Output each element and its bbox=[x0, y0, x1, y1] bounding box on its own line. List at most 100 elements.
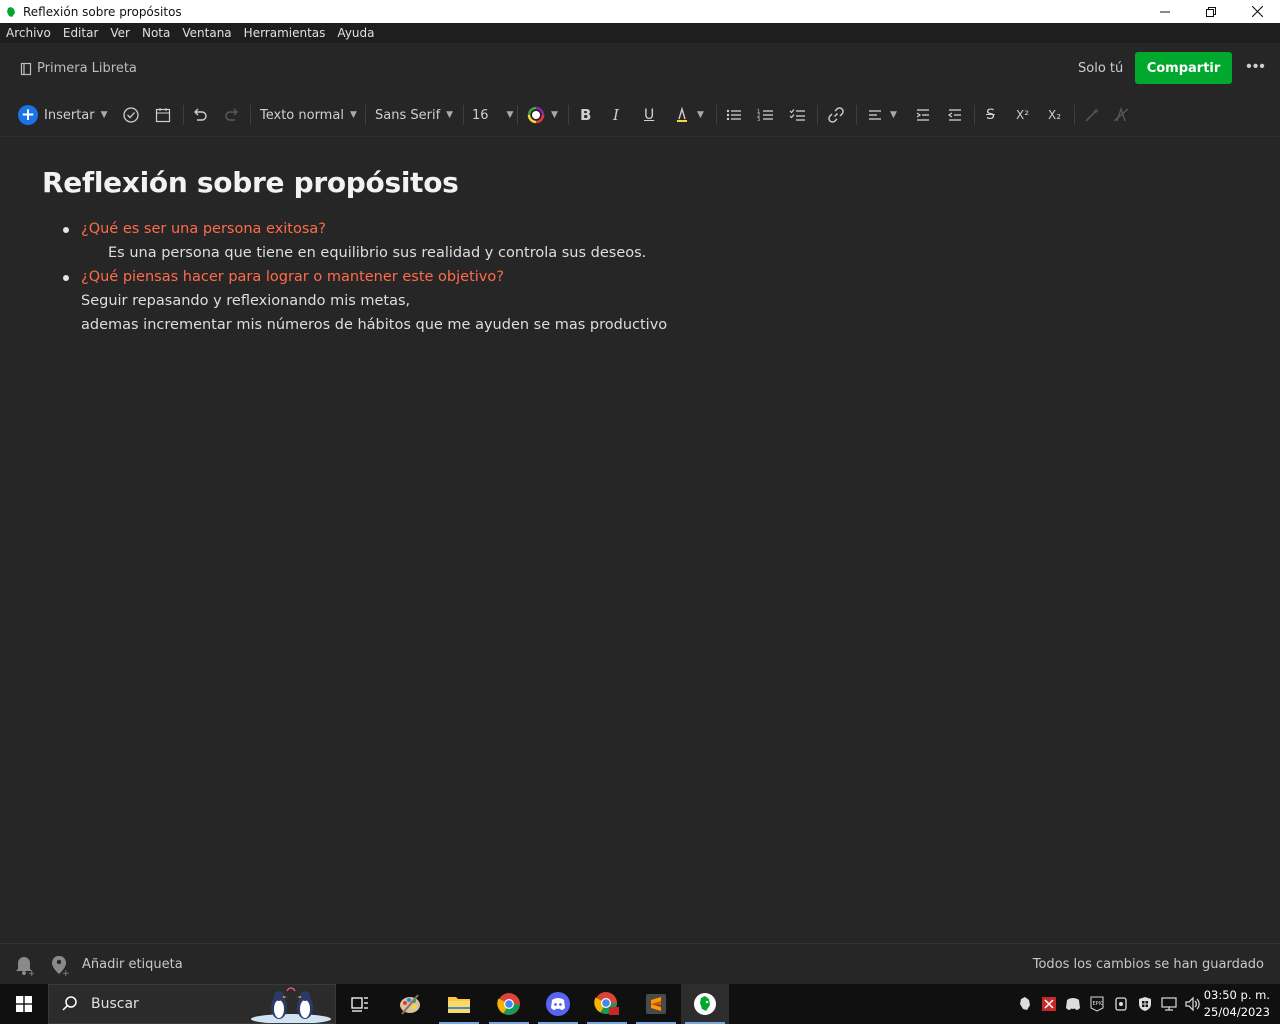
taskbar-search[interactable]: Buscar bbox=[48, 984, 336, 1024]
chevron-down-icon: ▼ bbox=[100, 110, 108, 120]
strikethrough-button[interactable]: S bbox=[986, 93, 995, 137]
font-size-dropdown[interactable]: 16 ▼ bbox=[472, 93, 513, 137]
taskbar-app-sublime-text[interactable] bbox=[632, 984, 680, 1024]
taskbar-clock[interactable]: 03:50 p. m. 25/04/2023 bbox=[1204, 987, 1270, 1021]
highlight-button[interactable]: ▼ bbox=[673, 93, 704, 137]
menu-ayuda[interactable]: Ayuda bbox=[337, 26, 374, 40]
taskbar-app-file-explorer[interactable] bbox=[435, 984, 483, 1024]
check-circle-icon bbox=[123, 107, 139, 123]
bold-button[interactable]: B bbox=[580, 93, 591, 137]
bullet-marker bbox=[63, 275, 69, 281]
task-view-button[interactable] bbox=[336, 984, 384, 1024]
svg-text:3: 3 bbox=[757, 117, 760, 123]
taskbar-app-chrome[interactable] bbox=[485, 984, 533, 1024]
menu-herramientas[interactable]: Herramientas bbox=[244, 26, 326, 40]
text-color-button[interactable]: ▼ bbox=[527, 93, 558, 137]
close-button[interactable] bbox=[1234, 0, 1280, 23]
font-family-value: Sans Serif bbox=[375, 107, 441, 123]
clear-format-button[interactable] bbox=[1112, 93, 1130, 137]
minimize-button[interactable] bbox=[1142, 0, 1188, 23]
evernote-icon bbox=[7, 6, 15, 17]
question-1[interactable]: ¿Qué es ser una persona exitosa? bbox=[81, 221, 326, 237]
menu-ver[interactable]: Ver bbox=[110, 26, 130, 40]
chevron-down-icon: ▼ bbox=[697, 110, 704, 120]
tray-discord[interactable] bbox=[1062, 984, 1084, 1024]
checklist-button[interactable] bbox=[789, 93, 807, 137]
subscript-button[interactable]: X₂ bbox=[1048, 93, 1061, 137]
answer-1[interactable]: Es una persona que tiene en equilibrio s… bbox=[108, 245, 646, 261]
add-tag-icon[interactable]: + bbox=[49, 954, 69, 976]
link-icon bbox=[828, 107, 844, 123]
folder-icon bbox=[448, 997, 470, 1013]
clock-time: 03:50 p. m. bbox=[1203, 988, 1270, 1002]
windows-taskbar: Buscar EPIC 03:50 p. m. 25/04/2023 bbox=[0, 984, 1280, 1024]
magic-wand-icon bbox=[1085, 108, 1099, 122]
note-editor[interactable]: Reflexión sobre propósitos ¿Qué es ser u… bbox=[0, 138, 1280, 943]
search-placeholder: Buscar bbox=[91, 996, 139, 1012]
minimize-icon bbox=[1160, 11, 1170, 12]
taskbar-app-discord[interactable] bbox=[534, 984, 582, 1024]
superscript-button[interactable]: X² bbox=[1016, 93, 1029, 137]
task-button[interactable] bbox=[122, 93, 140, 137]
question-2[interactable]: ¿Qué piensas hacer para lograr o mantene… bbox=[81, 269, 504, 285]
svg-text:EPIC: EPIC bbox=[1093, 1001, 1105, 1007]
taskbar-app-chrome-profile[interactable] bbox=[583, 984, 631, 1024]
insert-button[interactable]: + Insertar ▼ bbox=[18, 93, 108, 137]
italic-button[interactable]: I bbox=[613, 93, 619, 137]
start-button[interactable] bbox=[0, 984, 48, 1024]
font-family-dropdown[interactable]: Sans Serif ▼ bbox=[375, 93, 453, 137]
bullet-list-button[interactable] bbox=[725, 93, 743, 137]
formatting-toolbar: + Insertar ▼ Texto normal ▼ Sans Serif ▼… bbox=[0, 93, 1280, 137]
search-highlight-penguins-icon bbox=[251, 987, 331, 1023]
discord-tray-icon bbox=[1066, 998, 1080, 1010]
text-style-dropdown[interactable]: Texto normal ▼ bbox=[260, 93, 357, 137]
outdent-button[interactable] bbox=[946, 93, 964, 137]
device-tray-icon bbox=[1115, 997, 1127, 1011]
more-options-button[interactable]: ••• bbox=[1246, 57, 1266, 77]
clock-date: 25/04/2023 bbox=[1203, 1005, 1270, 1019]
undo-button[interactable] bbox=[191, 93, 209, 137]
tray-network[interactable] bbox=[1158, 984, 1180, 1024]
tray-device[interactable] bbox=[1110, 984, 1132, 1024]
font-size-value: 16 bbox=[472, 107, 489, 123]
notebook-icon bbox=[20, 62, 32, 75]
numbered-list-button[interactable]: 123 bbox=[757, 93, 775, 137]
paint-palette-icon bbox=[400, 994, 420, 1015]
restore-icon bbox=[1206, 6, 1216, 17]
insert-label: Insertar bbox=[44, 107, 95, 123]
calendar-button[interactable] bbox=[154, 93, 172, 137]
indent-button[interactable] bbox=[914, 93, 932, 137]
link-button[interactable] bbox=[827, 93, 845, 137]
add-tag-label[interactable]: Añadir etiqueta bbox=[82, 957, 183, 972]
tray-app-red[interactable] bbox=[1038, 984, 1060, 1024]
tray-evernote[interactable] bbox=[1014, 984, 1036, 1024]
answer-2-line-1[interactable]: Seguir repasando y reflexionando mis met… bbox=[81, 293, 410, 309]
menu-archivo[interactable]: Archivo bbox=[6, 26, 51, 40]
notebook-selector[interactable]: Primera Libreta bbox=[20, 61, 137, 76]
share-button[interactable]: Compartir bbox=[1135, 52, 1232, 84]
note-title[interactable]: Reflexión sobre propósitos bbox=[42, 166, 459, 199]
taskbar-app-paint[interactable] bbox=[386, 984, 434, 1024]
restore-button[interactable] bbox=[1188, 0, 1234, 23]
taskbar-app-evernote[interactable] bbox=[681, 984, 729, 1024]
answer-2-line-2[interactable]: ademas incrementar mis números de hábito… bbox=[81, 317, 667, 333]
menu-ventana[interactable]: Ventana bbox=[182, 26, 231, 40]
visibility-label[interactable]: Solo tú bbox=[1078, 61, 1123, 76]
tray-epic-games[interactable]: EPIC bbox=[1086, 984, 1108, 1024]
network-icon bbox=[1161, 997, 1177, 1011]
evernote-icon bbox=[694, 993, 716, 1015]
tray-security[interactable] bbox=[1134, 984, 1156, 1024]
close-icon bbox=[1251, 6, 1263, 17]
discord-icon bbox=[546, 992, 570, 1016]
chrome-profile-icon bbox=[594, 992, 619, 1015]
align-dropdown[interactable]: ▼ bbox=[866, 93, 897, 137]
plus-icon: + bbox=[18, 105, 38, 125]
reminder-bell-icon[interactable]: + bbox=[14, 954, 34, 976]
menu-nota[interactable]: Nota bbox=[142, 26, 170, 40]
magic-format-button[interactable] bbox=[1083, 93, 1101, 137]
note-footer: + + Añadir etiqueta Todos los cambios se… bbox=[0, 943, 1280, 984]
menu-editar[interactable]: Editar bbox=[63, 26, 99, 40]
underline-button[interactable]: U bbox=[644, 93, 654, 137]
redo-button[interactable] bbox=[223, 93, 241, 137]
tray-volume[interactable] bbox=[1182, 984, 1204, 1024]
